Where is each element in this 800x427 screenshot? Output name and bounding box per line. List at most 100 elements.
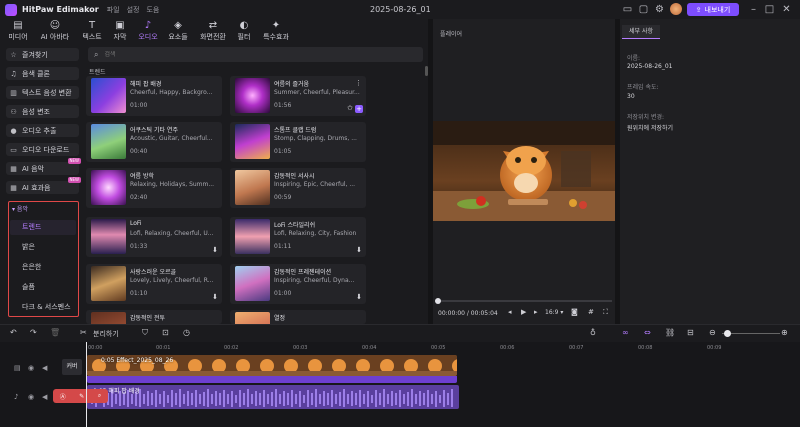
sidebar-item-audio-extract[interactable]: ● 오디오 추출: [6, 124, 79, 137]
menu-help[interactable]: 도움: [146, 5, 159, 15]
tool-media[interactable]: ▤ 미디어: [4, 19, 32, 41]
sidebar-item-ai-sfx[interactable]: ▦ AI 효과음 NEW: [6, 177, 81, 194]
download-icon[interactable]: ⬇: [355, 293, 363, 301]
tool-audio[interactable]: ♪ 오디오: [134, 19, 162, 43]
sidebar-item-voice-changer[interactable]: ⚇ 음성 변조: [6, 105, 79, 118]
sidebar-item-voice-clone[interactable]: ♫ 음색 클론: [6, 67, 79, 80]
sidebar-item-audio-download[interactable]: ▭ 오디오 다운로드: [6, 143, 79, 156]
track-visibility-icon[interactable]: ◉: [28, 393, 34, 401]
playback-scrubber[interactable]: [435, 298, 441, 304]
search-bar[interactable]: ⌕: [88, 47, 423, 62]
prev-frame-icon[interactable]: ◂: [508, 308, 512, 316]
camera-icon[interactable]: ◙: [571, 308, 578, 316]
speed-icon[interactable]: ◷: [183, 328, 190, 337]
more-icon[interactable]: ⋮: [355, 79, 362, 87]
aspect-ratio-select[interactable]: 16:9 ▾: [545, 309, 563, 316]
tool-text[interactable]: T 텍스트: [78, 19, 106, 41]
tab-details[interactable]: 세부 사항: [622, 25, 660, 39]
monitor-icon[interactable]: ▭: [622, 4, 633, 15]
music-card[interactable]: 감동적인 서사시 Inspiring, Epic, Cheerful, ... …: [230, 168, 366, 208]
music-card[interactable]: 감동적인 프레젠테이션 Inspiring, Cheerful, Dyna...…: [230, 264, 366, 304]
music-card[interactable]: 여름의 즐거움 Summer, Cheerful, Pleasur... 01:…: [230, 76, 366, 116]
text-tool-icon[interactable]: ⊡: [162, 328, 169, 337]
music-card[interactable]: 스톰프 클랩 드럼 Stomp, Clapping, Drums, ... 01…: [230, 122, 366, 162]
search-input[interactable]: [104, 51, 405, 58]
shield-icon[interactable]: ⛉: [142, 328, 148, 338]
video-clip-effect-bar[interactable]: [87, 376, 457, 383]
delete-icon[interactable]: 🗑: [50, 328, 60, 337]
zoom-slider-handle[interactable]: [724, 330, 731, 337]
play-icon[interactable]: ▶: [521, 308, 526, 316]
video-clip-label: 0:05 Effect_2025_08_26: [101, 357, 174, 364]
download-icon[interactable]: ⬇: [211, 246, 219, 254]
track-mute-icon[interactable]: ◀: [42, 364, 47, 372]
music-category-dark-suspense[interactable]: 다크 & 서스펜스: [10, 300, 76, 315]
fit-icon[interactable]: ⊟: [687, 328, 694, 337]
wand-icon[interactable]: ✎: [79, 393, 84, 400]
search-icon[interactable]: ⌕: [98, 392, 101, 400]
next-frame-icon[interactable]: ▸: [534, 308, 538, 316]
music-card[interactable]: LoFi 스타일리쉬 Lofi, Relaxing, City, Fashion…: [230, 217, 366, 257]
chain-icon[interactable]: ⛓: [665, 328, 675, 337]
new-badge: NEW: [67, 158, 81, 164]
track-visibility-icon[interactable]: ◉: [28, 364, 34, 372]
zoom-in-icon[interactable]: ⊕: [781, 328, 788, 337]
undo-icon[interactable]: ↶: [10, 328, 17, 337]
video-preview[interactable]: [433, 121, 615, 221]
music-category-sad[interactable]: 슬픔: [10, 280, 76, 295]
split-button[interactable]: 분리하기: [93, 329, 119, 339]
playback-progress-bar[interactable]: [437, 300, 612, 302]
menu-settings[interactable]: 설정: [127, 5, 140, 15]
tool-filter[interactable]: ◐ 필터: [232, 19, 256, 41]
download-icon[interactable]: ⬇: [211, 293, 219, 301]
split-icon[interactable]: ✂: [80, 328, 87, 337]
download-icon[interactable]: ⬇: [355, 246, 363, 254]
music-card[interactable]: 해피 팝 배경 Cheerful, Happy, Backgro... 01:0…: [86, 76, 222, 116]
link-icon[interactable]: ⇔: [644, 328, 651, 337]
tool-elements[interactable]: ◈ 요소들: [164, 19, 192, 41]
music-card[interactable]: 사랑스러운 오르골 Lovely, Lively, Cheerful, R...…: [86, 264, 222, 304]
save-location-value[interactable]: 원위치에 저장하기: [627, 123, 673, 132]
audio-clip[interactable]: [87, 385, 459, 409]
tool-transition[interactable]: ⇄ 화면전환: [196, 19, 230, 41]
magnet-icon[interactable]: ∞: [622, 328, 629, 337]
zoom-out-icon[interactable]: ⊖: [709, 328, 716, 337]
add-icon[interactable]: +: [355, 105, 363, 113]
sidebar-item-tts[interactable]: ▥ 텍스트 음성 변환: [6, 86, 79, 99]
minimize-icon[interactable]: –: [748, 4, 759, 15]
music-category-bright[interactable]: 밝은: [10, 240, 76, 255]
close-icon[interactable]: ✕: [781, 4, 792, 15]
cover-button[interactable]: 커버: [62, 359, 82, 375]
tool-ai-avatar[interactable]: ☺ AI 아바타: [36, 19, 74, 41]
music-card[interactable]: 여름 방학 Relaxing, Holidays, Summ... 02:40: [86, 168, 222, 208]
ai-icon[interactable]: Ⓐ: [60, 392, 66, 401]
playhead[interactable]: [86, 342, 87, 427]
music-card[interactable]: LoFi Lofi, Relaxing, Cheerful, U... 01:3…: [86, 217, 222, 257]
music-category-trend[interactable]: 트렌드: [10, 220, 76, 235]
clone-icon: ♫: [10, 69, 17, 78]
user-avatar[interactable]: [670, 3, 682, 15]
maximize-icon[interactable]: □: [764, 4, 775, 15]
tool-effects[interactable]: ✦ 특수효과: [258, 19, 294, 41]
chat-icon[interactable]: ▢: [638, 4, 649, 15]
mic-record-icon[interactable]: ♁: [590, 328, 596, 337]
tool-subtitle[interactable]: ▣ 자막: [108, 19, 132, 41]
music-header[interactable]: ▾ 음악: [12, 204, 28, 213]
star-icon: ☆: [10, 50, 17, 59]
music-card[interactable]: 감동적인 전투: [86, 310, 222, 324]
track-mute-icon[interactable]: ◀: [42, 393, 47, 401]
crop-icon[interactable]: #: [588, 308, 594, 316]
music-card[interactable]: 어쿠스틱 기타 연주 Acoustic, Guitar, Cheerful...…: [86, 122, 222, 162]
favorite-icon[interactable]: ✩: [347, 104, 353, 112]
fullscreen-icon[interactable]: ⛶: [603, 308, 608, 317]
sidebar-item-ai-music[interactable]: ▦ AI 음악 NEW: [6, 158, 81, 175]
tools-icon[interactable]: ⚙: [654, 4, 665, 15]
menu-file[interactable]: 파일: [107, 5, 120, 15]
music-card[interactable]: 열정: [230, 310, 366, 324]
redo-icon[interactable]: ↷: [30, 328, 37, 337]
music-tags: Cheerful, Happy, Backgro...: [130, 89, 213, 96]
export-button[interactable]: ⇪ 내보내기: [687, 3, 739, 16]
sidebar-item-favorites[interactable]: ☆ 즐겨찾기: [6, 48, 79, 61]
library-scrollbar[interactable]: [425, 66, 428, 76]
music-category-subtle[interactable]: 은은한: [10, 260, 76, 275]
